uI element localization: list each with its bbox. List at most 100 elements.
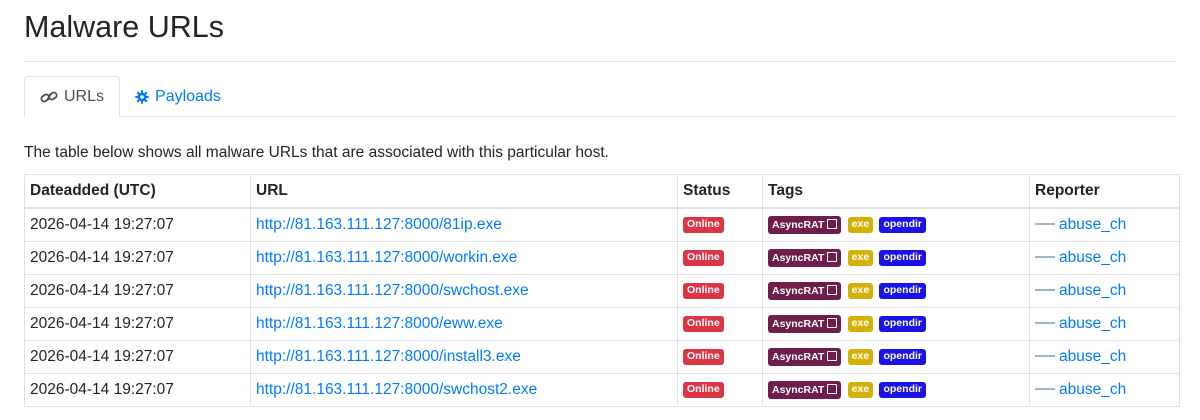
external-link-icon: [827, 284, 838, 295]
tag-asyncrat-label: AsyncRAT: [772, 218, 825, 231]
tag-asyncrat[interactable]: AsyncRAT: [768, 380, 842, 399]
tag-asyncrat-label: AsyncRAT: [772, 383, 825, 396]
reporter-cell: abuse_ch: [1029, 373, 1180, 407]
reporter-avatar-icon: [1035, 353, 1055, 359]
date-cell: 2026-04-14 19:27:07: [24, 340, 251, 374]
link-icon: [40, 91, 58, 102]
status-badge: Online: [683, 282, 724, 299]
external-link-icon: [827, 317, 838, 328]
tag-opendir[interactable]: opendir: [879, 348, 926, 365]
status-cell: Online: [677, 274, 763, 308]
tag-asyncrat-label: AsyncRAT: [772, 284, 825, 297]
url-link[interactable]: http://81.163.111.127:8000/swchost2.exe: [256, 381, 537, 398]
tag-asyncrat[interactable]: AsyncRAT: [768, 281, 842, 300]
reporter-avatar-icon: [1035, 320, 1055, 326]
tag-asyncrat[interactable]: AsyncRAT: [768, 347, 842, 366]
url-cell: http://81.163.111.127:8000/swchost2.exe: [250, 373, 678, 407]
tag-asyncrat[interactable]: AsyncRAT: [768, 314, 842, 333]
reporter-cell: abuse_ch: [1029, 307, 1180, 341]
external-link-icon: [827, 251, 838, 262]
external-link-icon: [827, 350, 838, 361]
reporter-link[interactable]: abuse_ch: [1059, 315, 1126, 332]
reporter-cell: abuse_ch: [1029, 274, 1180, 308]
gear-icon: [135, 89, 149, 104]
tag-exe[interactable]: exe: [847, 315, 874, 332]
column-header-reporter[interactable]: Reporter: [1029, 174, 1180, 209]
table-row: 2026-04-14 19:27:07 http://81.163.111.12…: [24, 274, 1180, 308]
tag-exe[interactable]: exe: [847, 282, 874, 299]
url-cell: http://81.163.111.127:8000/workin.exe: [250, 241, 678, 275]
column-header-tags[interactable]: Tags: [762, 174, 1030, 209]
page: Malware URLs URLs Payloads The table bel…: [0, 0, 1200, 407]
status-cell: Online: [677, 373, 763, 407]
date-cell: 2026-04-14 19:27:07: [24, 373, 251, 407]
tab-payloads[interactable]: Payloads: [120, 77, 236, 116]
table-row: 2026-04-14 19:27:07 http://81.163.111.12…: [24, 307, 1180, 341]
intro-text: The table below shows all malware URLs t…: [24, 144, 609, 161]
url-link[interactable]: http://81.163.111.127:8000/81ip.exe: [256, 216, 502, 233]
url-link[interactable]: http://81.163.111.127:8000/install3.exe: [256, 348, 521, 365]
tag-asyncrat[interactable]: AsyncRAT: [768, 215, 842, 234]
table-header-row: Dateadded (UTC) URL Status Tags Reporter: [24, 174, 1180, 209]
date-cell: 2026-04-14 19:27:07: [24, 274, 251, 308]
tags-cell: AsyncRAT exe opendir: [762, 373, 1030, 407]
tag-opendir[interactable]: opendir: [879, 282, 926, 299]
date-cell: 2026-04-14 19:27:07: [24, 241, 251, 275]
column-header-url[interactable]: URL: [250, 174, 678, 209]
page-title: Malware URLs: [24, 0, 1176, 62]
status-badge: Online: [683, 315, 724, 332]
tag-exe[interactable]: exe: [847, 216, 874, 233]
url-link[interactable]: http://81.163.111.127:8000/eww.exe: [256, 315, 503, 332]
tag-asyncrat[interactable]: AsyncRAT: [768, 248, 842, 267]
tags-cell: AsyncRAT exe opendir: [762, 274, 1030, 308]
tab-payloads-label: Payloads: [155, 87, 221, 105]
tab-bar: URLs Payloads: [24, 76, 1176, 117]
status-badge: Online: [683, 381, 724, 398]
reporter-avatar-icon: [1035, 386, 1055, 392]
column-header-status[interactable]: Status: [677, 174, 763, 209]
reporter-link[interactable]: abuse_ch: [1059, 348, 1126, 365]
tag-opendir[interactable]: opendir: [879, 315, 926, 332]
tab-urls[interactable]: URLs: [24, 76, 121, 117]
url-cell: http://81.163.111.127:8000/install3.exe: [250, 340, 678, 374]
tag-asyncrat-label: AsyncRAT: [772, 350, 825, 363]
tag-exe[interactable]: exe: [847, 249, 874, 266]
date-cell: 2026-04-14 19:27:07: [24, 207, 251, 242]
table-row: 2026-04-14 19:27:07 http://81.163.111.12…: [24, 373, 1180, 407]
column-header-dateadded[interactable]: Dateadded (UTC): [24, 174, 251, 209]
reporter-link[interactable]: abuse_ch: [1059, 282, 1126, 299]
tag-opendir[interactable]: opendir: [879, 381, 926, 398]
tag-opendir[interactable]: opendir: [879, 216, 926, 233]
table-row: 2026-04-14 19:27:07 http://81.163.111.12…: [24, 207, 1180, 242]
tags-cell: AsyncRAT exe opendir: [762, 307, 1030, 341]
reporter-link[interactable]: abuse_ch: [1059, 249, 1126, 266]
external-link-icon: [827, 218, 838, 229]
status-cell: Online: [677, 307, 763, 341]
table-row: 2026-04-14 19:27:07 http://81.163.111.12…: [24, 241, 1180, 275]
tag-exe[interactable]: exe: [847, 348, 874, 365]
tag-opendir[interactable]: opendir: [879, 249, 926, 266]
url-cell: http://81.163.111.127:8000/eww.exe: [250, 307, 678, 341]
reporter-link[interactable]: abuse_ch: [1059, 216, 1126, 233]
date-cell: 2026-04-14 19:27:07: [24, 307, 251, 341]
reporter-avatar-icon: [1035, 287, 1055, 293]
malware-url-table: Dateadded (UTC) URL Status Tags Reporter…: [24, 174, 1180, 407]
url-cell: http://81.163.111.127:8000/81ip.exe: [250, 207, 678, 242]
tags-cell: AsyncRAT exe opendir: [762, 207, 1030, 242]
reporter-cell: abuse_ch: [1029, 241, 1180, 275]
reporter-avatar-icon: [1035, 254, 1055, 260]
url-link[interactable]: http://81.163.111.127:8000/workin.exe: [256, 249, 517, 266]
table-row: 2026-04-14 19:27:07 http://81.163.111.12…: [24, 340, 1180, 374]
external-link-icon: [827, 383, 838, 394]
reporter-avatar-icon: [1035, 221, 1055, 227]
reporter-link[interactable]: abuse_ch: [1059, 381, 1126, 398]
status-badge: Online: [683, 348, 724, 365]
status-cell: Online: [677, 207, 763, 242]
tags-cell: AsyncRAT exe opendir: [762, 241, 1030, 275]
status-badge: Online: [683, 249, 724, 266]
url-link[interactable]: http://81.163.111.127:8000/swchost.exe: [256, 282, 529, 299]
status-badge: Online: [683, 216, 724, 233]
tag-exe[interactable]: exe: [847, 381, 874, 398]
status-cell: Online: [677, 340, 763, 374]
tags-cell: AsyncRAT exe opendir: [762, 340, 1030, 374]
